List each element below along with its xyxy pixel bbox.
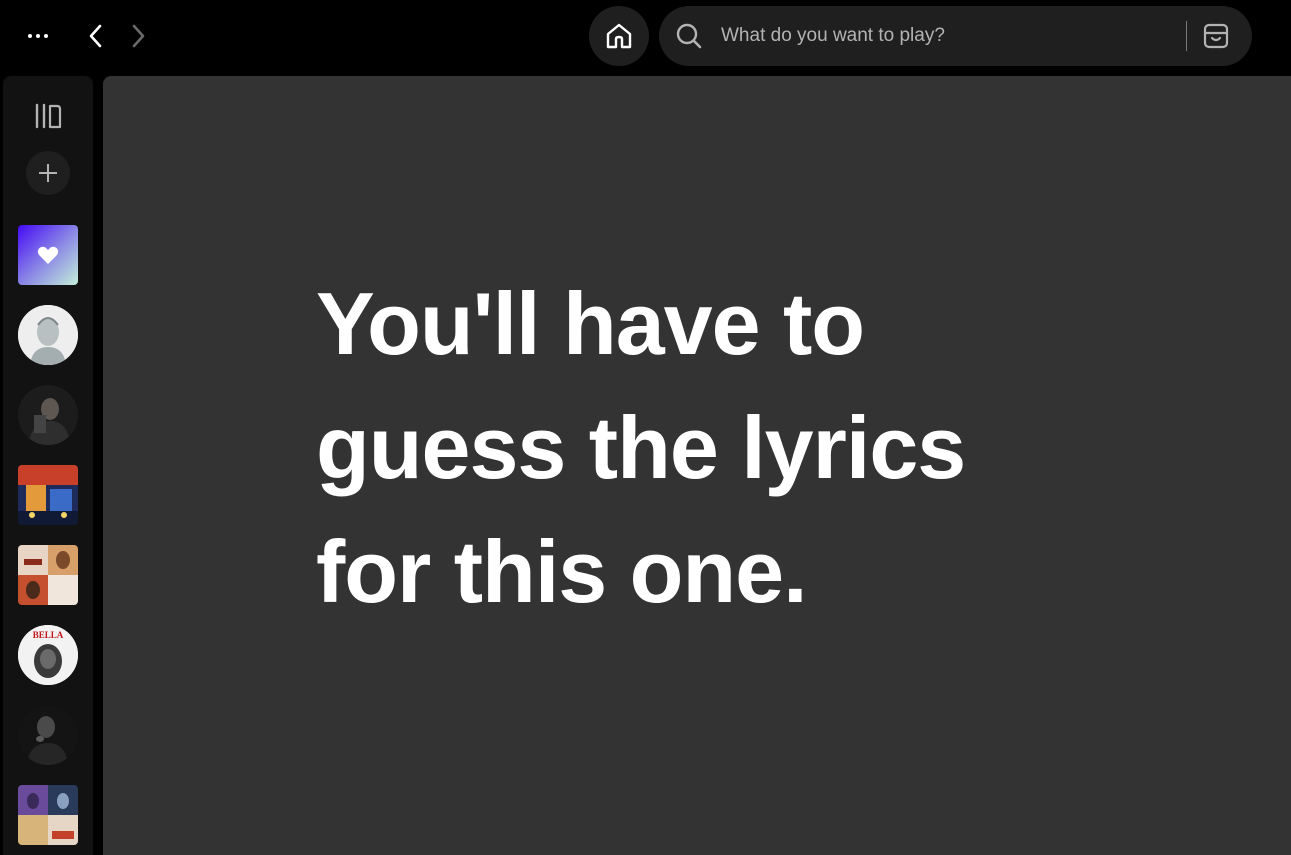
playlist-cover	[18, 545, 78, 605]
back-button[interactable]	[80, 20, 112, 52]
forward-button[interactable]	[122, 20, 154, 52]
chevron-left-icon	[89, 24, 102, 48]
library-item-playlist[interactable]	[18, 465, 78, 525]
browse-icon[interactable]	[1199, 20, 1233, 52]
library-sidebar: BELLA	[3, 76, 93, 855]
menu-dot	[44, 34, 48, 38]
library-item-liked-songs[interactable]	[18, 225, 78, 285]
library-item-artist[interactable]	[18, 385, 78, 445]
more-horizontal-icon[interactable]	[18, 22, 58, 50]
chevron-right-icon	[132, 24, 145, 48]
library-item-artist[interactable]: BELLA	[18, 625, 78, 685]
library-item-artist[interactable]	[18, 305, 78, 365]
plus-icon	[39, 164, 57, 182]
search-bar[interactable]	[659, 6, 1252, 66]
search-icon[interactable]	[674, 21, 704, 51]
artist-image	[18, 305, 78, 365]
menu-dot	[28, 34, 32, 38]
search-input[interactable]	[719, 16, 1169, 56]
search-divider	[1186, 21, 1187, 51]
home-button[interactable]	[589, 6, 649, 66]
library-item-artist[interactable]	[18, 705, 78, 765]
heart-icon	[37, 246, 59, 264]
lyrics-panel: You'll have to guess the lyrics for this…	[103, 76, 1291, 855]
library-icon[interactable]	[30, 100, 66, 132]
top-bar	[0, 0, 1291, 72]
library-item-playlist[interactable]	[18, 785, 78, 845]
browse-icon-graphic	[1203, 23, 1229, 49]
search-icon-graphic	[676, 23, 702, 49]
library-item-playlist[interactable]	[18, 545, 78, 605]
playlist-cover	[18, 785, 78, 845]
bella-logo-text: BELLA	[33, 630, 64, 640]
artist-image: BELLA	[18, 625, 78, 685]
home-icon	[606, 23, 632, 49]
artist-image	[18, 385, 78, 445]
lyrics-unavailable-message: You'll have to guess the lyrics for this…	[316, 274, 966, 621]
playlist-cover	[18, 465, 78, 525]
menu-dot	[36, 34, 40, 38]
create-playlist-button[interactable]	[26, 151, 70, 195]
library-icon-graphic	[35, 103, 62, 129]
artist-image	[18, 705, 78, 765]
